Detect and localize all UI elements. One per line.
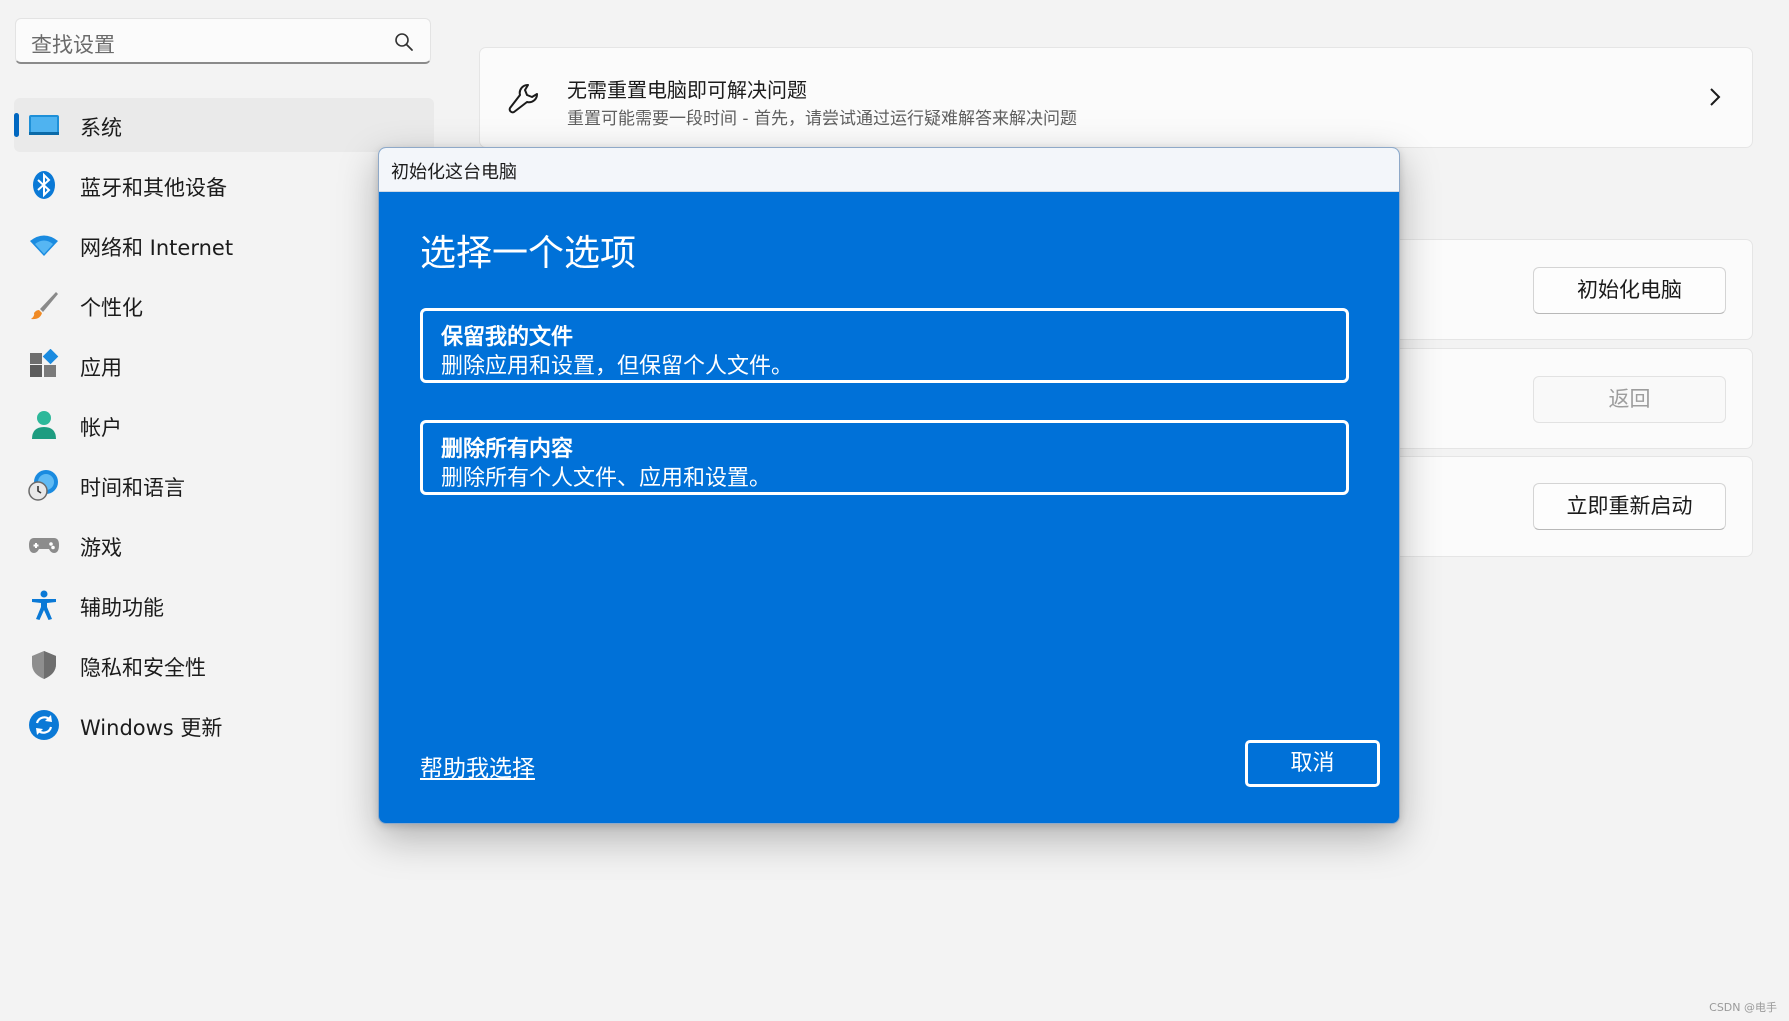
reset-pc-dialog: 初始化这台电脑 选择一个选项 保留我的文件 删除应用和设置，但保留个人文件。 删… xyxy=(378,147,1400,824)
sidebar-item-bluetooth[interactable]: 蓝牙和其他设备 xyxy=(14,158,434,212)
option-description: 删除所有个人文件、应用和设置。 xyxy=(441,466,772,491)
sidebar-item-label: 应用 xyxy=(80,356,122,380)
sidebar-item-label: 时间和语言 xyxy=(80,476,185,500)
sidebar-item-privacy[interactable]: 隐私和安全性 xyxy=(14,638,434,692)
sidebar-item-label: 隐私和安全性 xyxy=(80,656,206,680)
chevron-right-icon xyxy=(1710,88,1721,106)
remove-everything-option[interactable]: 删除所有内容 删除所有个人文件、应用和设置。 xyxy=(420,420,1349,495)
paintbrush-icon xyxy=(31,292,58,320)
sidebar-nav: 系统 蓝牙和其他设备 网络和 Internet 个性化 应用 帐户 时间和语言 … xyxy=(14,98,434,758)
sidebar-item-label: 帐户 xyxy=(80,416,122,440)
sidebar-item-time-language[interactable]: 时间和语言 xyxy=(14,458,434,512)
globe-clock-icon xyxy=(28,470,58,501)
troubleshoot-card[interactable]: 无需重置电脑即可解决问题 重置可能需要一段时间 - 首先，请尝试通过运行疑难解答… xyxy=(479,47,1753,148)
person-icon xyxy=(32,411,56,439)
search-icon xyxy=(395,33,413,51)
gamepad-icon xyxy=(29,538,59,553)
sidebar-item-label: 游戏 xyxy=(80,536,122,560)
sidebar-item-windows-update[interactable]: Windows 更新 xyxy=(14,698,434,752)
wifi-icon xyxy=(30,235,58,256)
dialog-window-title: 初始化这台电脑 xyxy=(391,162,517,183)
sidebar-item-label: 网络和 Internet xyxy=(80,236,234,260)
go-back-button[interactable]: 返回 xyxy=(1533,376,1726,423)
option-description: 删除应用和设置，但保留个人文件。 xyxy=(441,354,794,379)
option-title: 删除所有内容 xyxy=(441,437,574,462)
sidebar-item-system[interactable]: 系统 xyxy=(14,98,434,152)
watermark: CSDN @电手 xyxy=(1709,1001,1777,1014)
bluetooth-icon xyxy=(33,171,55,199)
update-icon xyxy=(29,710,59,740)
sidebar-item-apps[interactable]: 应用 xyxy=(14,338,434,392)
sidebar-item-personalization[interactable]: 个性化 xyxy=(14,278,434,332)
sidebar-item-gaming[interactable]: 游戏 xyxy=(14,518,434,572)
dialog-titlebar[interactable]: 初始化这台电脑 xyxy=(379,148,1399,192)
dialog-heading: 选择一个选项 xyxy=(420,233,637,274)
apps-icon xyxy=(30,349,59,377)
reset-pc-button[interactable]: 初始化电脑 xyxy=(1533,267,1726,314)
sidebar-item-accounts[interactable]: 帐户 xyxy=(14,398,434,452)
monitor-icon xyxy=(29,115,59,135)
sidebar-item-label: Windows 更新 xyxy=(80,716,223,740)
wrench-icon xyxy=(508,84,538,114)
sidebar-item-label: 个性化 xyxy=(80,296,143,320)
restart-now-button[interactable]: 立即重新启动 xyxy=(1533,483,1726,530)
cancel-button[interactable]: 取消 xyxy=(1245,740,1380,787)
shield-icon xyxy=(32,651,56,679)
sidebar-item-network[interactable]: 网络和 Internet xyxy=(14,218,434,272)
troubleshoot-subtitle: 重置可能需要一段时间 - 首先，请尝试通过运行疑难解答来解决问题 xyxy=(567,109,1077,129)
option-title: 保留我的文件 xyxy=(441,325,574,350)
sidebar-item-label: 蓝牙和其他设备 xyxy=(80,176,227,200)
sidebar-item-label: 系统 xyxy=(80,116,122,140)
help-me-choose-link[interactable]: 帮助我选择 xyxy=(420,749,535,783)
accessibility-icon xyxy=(32,590,56,620)
troubleshoot-title: 无需重置电脑即可解决问题 xyxy=(567,78,807,102)
search-placeholder: 查找设置 xyxy=(31,33,115,57)
sidebar-item-accessibility[interactable]: 辅助功能 xyxy=(14,578,434,632)
keep-my-files-option[interactable]: 保留我的文件 删除应用和设置，但保留个人文件。 xyxy=(420,308,1349,383)
search-input[interactable]: 查找设置 xyxy=(15,18,431,64)
sidebar-item-label: 辅助功能 xyxy=(80,596,164,620)
